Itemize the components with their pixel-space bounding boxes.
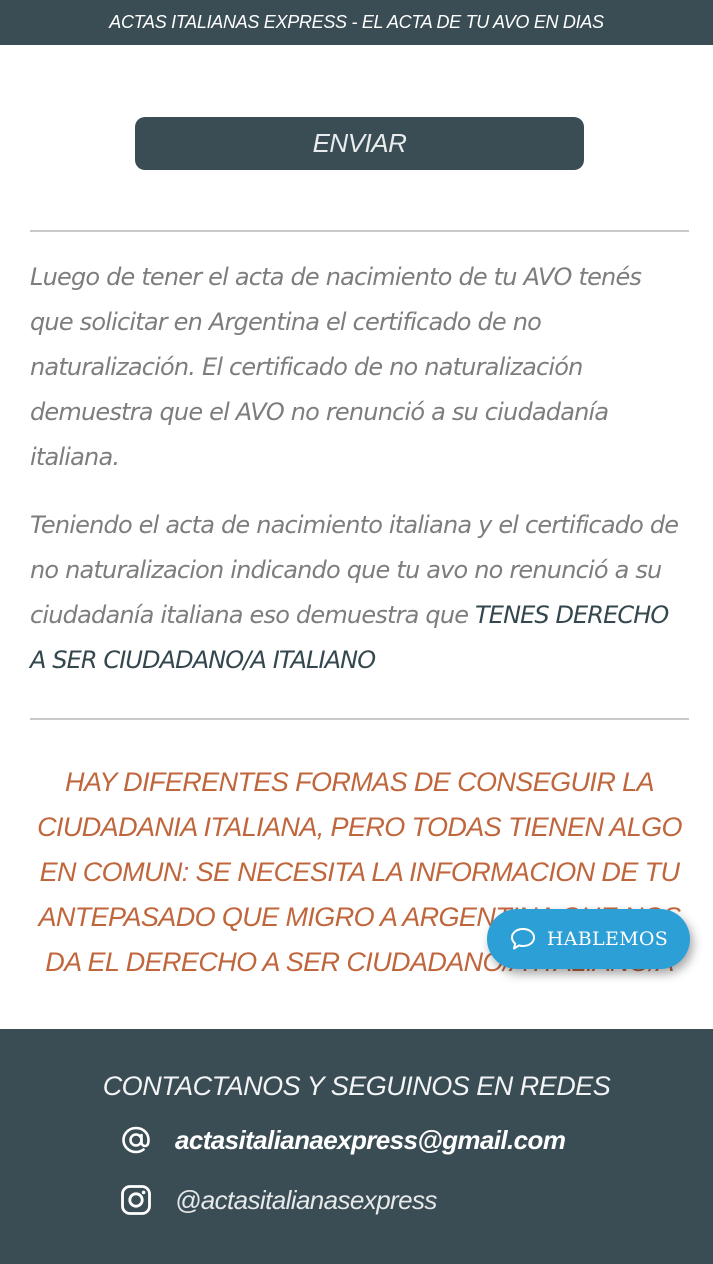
email-link[interactable]: actasitalianaexpress@gmail.com [175, 1125, 566, 1156]
chat-widget-button[interactable]: HABLEMOS [487, 909, 690, 969]
banner-text: ACTAS ITALIANAS EXPRESS - EL ACTA DE TU … [109, 12, 604, 32]
info-paragraph-2: Teniendo el acta de nacimiento italiana … [30, 503, 690, 683]
send-button[interactable]: ENVIAR [135, 117, 584, 170]
footer-title: CONTACTANOS Y SEGUINOS EN REDES [102, 1071, 611, 1101]
info-paragraph-1: Luego de tener el acta de nacimiento de … [30, 263, 642, 471]
instagram-link[interactable]: @actasitalianasexpress [175, 1185, 437, 1216]
instagram-icon [120, 1184, 152, 1216]
divider [30, 718, 689, 720]
chat-bubble-icon [509, 926, 537, 952]
footer: CONTACTANOS Y SEGUINOS EN REDES actasita… [0, 1029, 713, 1264]
top-banner: ACTAS ITALIANAS EXPRESS - EL ACTA DE TU … [0, 0, 713, 45]
chat-widget-label: HABLEMOS [546, 928, 669, 950]
instagram-contact[interactable]: @actasitalianasexpress [120, 1184, 437, 1216]
email-contact[interactable]: actasitalianaexpress@gmail.com [120, 1124, 566, 1156]
at-sign-icon [120, 1124, 152, 1156]
divider [30, 230, 689, 232]
